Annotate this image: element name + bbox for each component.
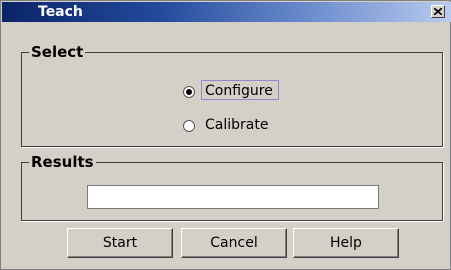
close-x-icon: [434, 8, 442, 15]
radio-calibrate-label: Calibrate: [205, 117, 269, 133]
window-title: Teach: [38, 4, 83, 20]
radio-configure-label: Configure: [205, 83, 273, 99]
select-group-legend: Select: [29, 43, 86, 61]
radio-selected-dot: [186, 89, 192, 95]
title-bar[interactable]: Teach: [2, 2, 451, 22]
cancel-button[interactable]: Cancel: [181, 228, 287, 258]
results-field[interactable]: [87, 185, 379, 209]
radio-calibrate[interactable]: Calibrate: [183, 116, 283, 136]
help-button[interactable]: Help: [293, 228, 399, 258]
radio-calibrate-button[interactable]: [183, 120, 195, 132]
radio-configure-button[interactable]: [183, 86, 195, 98]
radio-configure[interactable]: Configure: [183, 80, 283, 102]
results-group-legend: Results: [29, 153, 96, 171]
close-button[interactable]: [431, 5, 445, 18]
start-button[interactable]: Start: [67, 228, 173, 258]
teach-dialog: Teach Select Configure Calibrate Results…: [0, 0, 451, 270]
